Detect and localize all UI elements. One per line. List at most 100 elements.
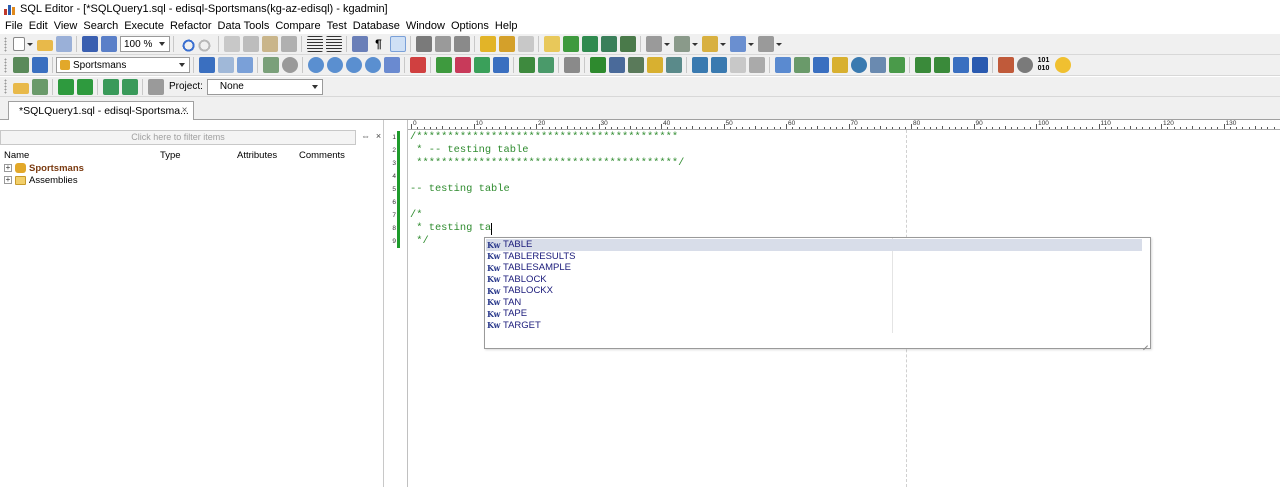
- schema-dropdown-icon[interactable]: [691, 36, 698, 52]
- comment-icon[interactable]: [543, 36, 560, 52]
- close-icon[interactable]: ×: [180, 106, 189, 116]
- copy-database-icon[interactable]: [748, 57, 765, 73]
- data-compare-icon[interactable]: [710, 57, 727, 73]
- open-folder-icon[interactable]: [36, 40, 53, 51]
- collapse-all-icon[interactable]: ⇔: [360, 131, 371, 142]
- find-icon[interactable]: [415, 36, 432, 52]
- build-icon[interactable]: [147, 78, 164, 95]
- indent-icon[interactable]: [306, 36, 323, 52]
- pivot-icon[interactable]: [914, 57, 931, 73]
- query-builder-icon[interactable]: [774, 57, 791, 73]
- project-select[interactable]: None: [206, 78, 323, 95]
- chart-icon[interactable]: [729, 36, 746, 52]
- profiler-icon[interactable]: [563, 57, 580, 73]
- resize-grip-icon[interactable]: [1141, 339, 1149, 347]
- undo-icon[interactable]: [178, 36, 195, 52]
- word-wrap-icon[interactable]: [389, 36, 406, 52]
- format-icon[interactable]: [517, 36, 534, 52]
- layout-icon[interactable]: [645, 36, 662, 52]
- toolbar-grip[interactable]: [4, 57, 7, 73]
- menu-test[interactable]: Test: [324, 18, 350, 34]
- layout-dropdown-icon[interactable]: [663, 36, 670, 52]
- navigate-icon[interactable]: [619, 36, 636, 52]
- redo-icon[interactable]: [197, 36, 214, 52]
- paste-icon[interactable]: [261, 36, 278, 52]
- breakpoints-icon[interactable]: [383, 57, 400, 73]
- deploy-icon[interactable]: [121, 78, 138, 95]
- menu-edit[interactable]: Edit: [26, 18, 51, 34]
- new-file-icon[interactable]: [12, 37, 25, 51]
- completion-item[interactable]: Kw TARGET: [486, 320, 1142, 332]
- completion-item[interactable]: Kw TABLE: [486, 239, 1142, 251]
- execute-icon[interactable]: [198, 57, 215, 73]
- completion-item[interactable]: Kw TAN: [486, 297, 1142, 309]
- execute-current-icon[interactable]: [236, 57, 253, 73]
- view-icon[interactable]: [537, 57, 554, 73]
- backup-icon[interactable]: [646, 57, 663, 73]
- delete-icon[interactable]: [280, 36, 297, 52]
- find-next-icon[interactable]: [434, 36, 451, 52]
- completion-item[interactable]: Kw TABLERESULTS: [486, 251, 1142, 263]
- filter-icon[interactable]: [479, 36, 496, 52]
- bookmark-icon[interactable]: [498, 36, 515, 52]
- menu-options[interactable]: Options: [448, 18, 492, 34]
- save-all-icon[interactable]: [100, 36, 117, 52]
- expand-icon[interactable]: +: [4, 164, 12, 172]
- filter-input[interactable]: Click here to filter items: [0, 130, 356, 145]
- data-generator-icon[interactable]: [812, 57, 829, 73]
- chart-dropdown-icon[interactable]: [747, 36, 754, 52]
- tree-item-assemblies[interactable]: + Assemblies: [4, 174, 78, 186]
- menu-help[interactable]: Help: [492, 18, 521, 34]
- move-forward-icon[interactable]: [76, 78, 93, 95]
- column-name[interactable]: Name: [4, 150, 29, 161]
- menu-data-tools[interactable]: Data Tools: [215, 18, 273, 34]
- expand-icon[interactable]: +: [4, 176, 12, 184]
- monitor-icon[interactable]: [850, 57, 867, 73]
- grid-icon[interactable]: [757, 36, 774, 52]
- schema-compare-icon[interactable]: [691, 57, 708, 73]
- designer-icon[interactable]: [793, 57, 810, 73]
- sync-icon[interactable]: [102, 78, 119, 95]
- report-designer-icon[interactable]: [952, 57, 969, 73]
- menu-compare[interactable]: Compare: [272, 18, 323, 34]
- restore-icon[interactable]: [665, 57, 682, 73]
- data-import-icon[interactable]: [627, 57, 644, 73]
- paragraph-icon[interactable]: ¶: [371, 36, 387, 52]
- step-over-icon[interactable]: [326, 57, 343, 73]
- save-icon[interactable]: [81, 36, 98, 52]
- autocomplete-popup[interactable]: Kw TABLE Kw TABLERESULTS Kw TABLESAMPLE …: [484, 237, 1151, 349]
- test-icon[interactable]: [831, 57, 848, 73]
- zoom-search-icon[interactable]: [1016, 57, 1033, 73]
- report-dropdown-icon[interactable]: [719, 36, 726, 52]
- step-into-icon[interactable]: [307, 57, 324, 73]
- undo-change-icon[interactable]: [492, 57, 509, 73]
- replace-icon[interactable]: [453, 36, 470, 52]
- close-panel-icon[interactable]: ×: [373, 131, 384, 142]
- menu-refactor[interactable]: Refactor: [167, 18, 215, 34]
- menu-search[interactable]: Search: [80, 18, 121, 34]
- transaction-icon[interactable]: [409, 57, 426, 73]
- menu-window[interactable]: Window: [403, 18, 448, 34]
- move-back-icon[interactable]: [57, 78, 74, 95]
- navigate-forward-icon[interactable]: [971, 57, 988, 73]
- commit-icon[interactable]: [435, 57, 452, 73]
- completion-item[interactable]: Kw TABLOCKX: [486, 285, 1142, 297]
- security-icon[interactable]: [869, 57, 886, 73]
- completion-item[interactable]: Kw TAPE: [486, 308, 1142, 320]
- tree-item-sportsmans[interactable]: + Sportsmans: [4, 162, 84, 174]
- open-project-icon[interactable]: [12, 82, 29, 94]
- refresh-icon[interactable]: [31, 57, 48, 73]
- column-type[interactable]: Type: [160, 150, 181, 161]
- copy-icon[interactable]: [223, 36, 240, 52]
- zoom-select[interactable]: 100 %: [120, 36, 170, 52]
- break-icon[interactable]: [281, 57, 298, 73]
- menu-view[interactable]: View: [51, 18, 81, 34]
- document-icon[interactable]: [729, 57, 746, 73]
- sort-icon[interactable]: [351, 36, 368, 52]
- master-detail-icon[interactable]: [933, 57, 950, 73]
- menu-file[interactable]: File: [2, 18, 26, 34]
- excel-export-icon[interactable]: [589, 57, 606, 73]
- tip-icon[interactable]: [1054, 57, 1071, 73]
- cut-icon[interactable]: [242, 36, 259, 52]
- completion-item[interactable]: Kw TABLOCK: [486, 274, 1142, 286]
